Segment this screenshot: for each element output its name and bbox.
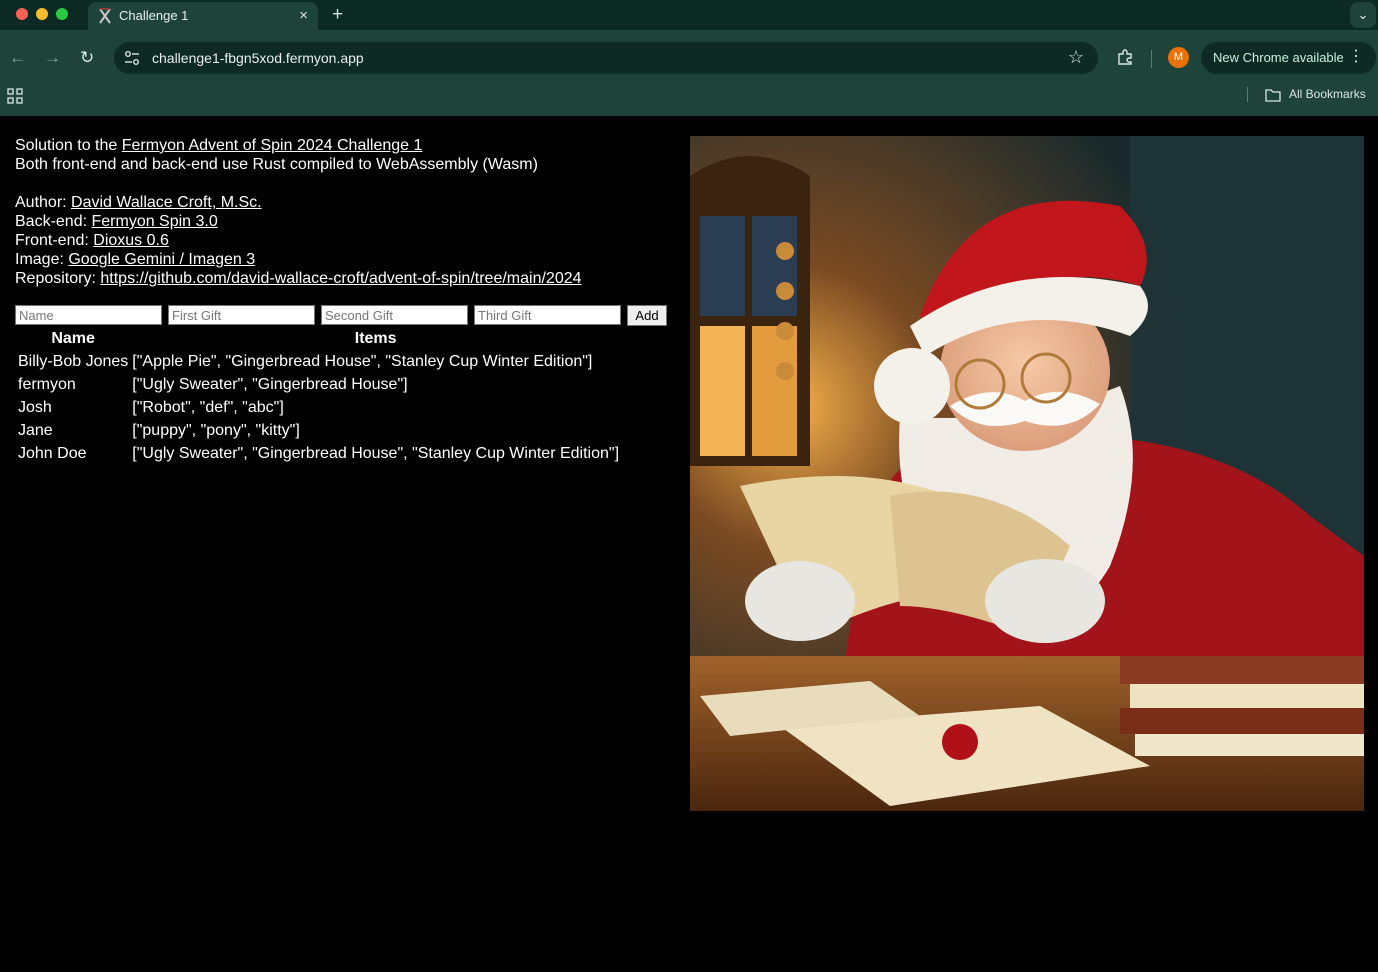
table-header-row: Name Items (17, 328, 620, 350)
update-label: New Chrome available (1213, 50, 1344, 65)
intro-prefix: Solution to the (15, 137, 122, 154)
third-gift-input[interactable] (474, 305, 621, 325)
row-items: ["Ugly Sweater", "Gingerbread House", "S… (132, 444, 620, 462)
name-column-header: Name (51, 330, 95, 347)
minimize-window-button[interactable] (36, 8, 48, 20)
apps-grid-icon[interactable] (7, 88, 23, 104)
repo-link[interactable]: https://github.com/david-wallace-croft/a… (100, 270, 581, 287)
intro-line-2: Both front-end and back-end use Rust com… (15, 156, 538, 173)
close-window-button[interactable] (16, 8, 28, 20)
frontend-line: Front-end: Dioxus 0.6 (15, 231, 675, 250)
backend-link[interactable]: Fermyon Spin 3.0 (91, 213, 217, 230)
row-name: Josh (18, 398, 52, 416)
close-tab-icon[interactable]: × (299, 7, 308, 24)
row-items: ["Ugly Sweater", "Gingerbread House"] (132, 375, 408, 393)
zoom-window-button[interactable] (56, 8, 68, 20)
row-name: John Doe (18, 444, 87, 462)
tab-challenge-1[interactable]: Challenge 1 × (88, 2, 318, 30)
backend-label: Back-end: (15, 213, 92, 230)
tune-icon[interactable] (123, 49, 141, 67)
row-name: fermyon (18, 375, 76, 393)
table-row: John Doe ["Ugly Sweater", "Gingerbread H… (17, 442, 620, 465)
first-gift-input[interactable] (168, 305, 315, 325)
bookmark-star-icon[interactable]: ☆ (1068, 47, 1084, 68)
table-row: fermyon ["Ugly Sweater", "Gingerbread Ho… (17, 373, 620, 396)
row-items: ["Robot", "def", "abc"] (132, 398, 284, 416)
page-content: Solution to the Fermyon Advent of Spin 2… (0, 116, 1378, 972)
author-label: Author: (15, 194, 72, 211)
intro-section: Solution to the Fermyon Advent of Spin 2… (15, 136, 675, 288)
puzzle-icon[interactable] (1116, 48, 1134, 66)
name-input[interactable] (15, 305, 162, 325)
frontend-label: Front-end: (15, 232, 94, 249)
spin-favicon-icon (99, 8, 111, 24)
tab-title: Challenge 1 (119, 8, 189, 23)
author-line: Author: David Wallace Croft, M.Sc. (15, 193, 675, 212)
wishlist-table: Name Items Billy-Bob Jones ["Apple Pie",… (15, 328, 622, 465)
image-label: Image: (15, 251, 69, 268)
author-link[interactable]: David Wallace Croft, M.Sc. (71, 194, 262, 211)
forward-button[interactable]: → (44, 48, 61, 68)
santa-image (690, 136, 1364, 811)
address-bar[interactable]: challenge1-fbgn5xod.fermyon.app ☆ (114, 42, 1098, 74)
add-button[interactable]: Add (627, 305, 667, 326)
items-column-header: Items (354, 330, 397, 347)
tab-strip: Challenge 1 × + ⌄ (0, 0, 1378, 30)
url-text[interactable]: challenge1-fbgn5xod.fermyon.app (152, 50, 364, 66)
profile-avatar[interactable]: M (1168, 47, 1189, 68)
chrome-update-button[interactable]: New Chrome available ⋮ (1201, 42, 1376, 74)
backend-line: Back-end: Fermyon Spin 3.0 (15, 212, 675, 231)
second-gift-input[interactable] (321, 305, 468, 325)
bookmarks-divider (1247, 87, 1248, 102)
row-items: ["Apple Pie", "Gingerbread House", "Stan… (132, 352, 593, 370)
frontend-link[interactable]: Dioxus 0.6 (93, 232, 169, 249)
table-row: Josh ["Robot", "def", "abc"] (17, 396, 620, 419)
wish-form: Add (15, 305, 675, 327)
row-name: Billy-Bob Jones (18, 352, 129, 370)
tab-search-button[interactable]: ⌄ (1350, 2, 1376, 28)
repo-label: Repository: (15, 270, 101, 287)
reload-button[interactable]: ↻ (80, 48, 94, 68)
toolbar-divider (1151, 50, 1152, 68)
bookmarks-bar: All Bookmarks (0, 86, 1378, 116)
back-button[interactable]: ← (9, 48, 26, 68)
chrome-menu-icon[interactable]: ⋮ (1348, 47, 1364, 67)
folder-icon[interactable] (1265, 88, 1281, 102)
table-row: Billy-Bob Jones ["Apple Pie", "Gingerbre… (17, 350, 620, 373)
row-name: Jane (18, 421, 53, 439)
image-link[interactable]: Google Gemini / Imagen 3 (68, 251, 255, 268)
image-line: Image: Google Gemini / Imagen 3 (15, 250, 675, 269)
browser-toolbar: ← → ↻ challenge1-fbgn5xod.fermyon.app ☆ … (0, 30, 1378, 86)
all-bookmarks-link[interactable]: All Bookmarks (1289, 87, 1366, 101)
intro-line-1: Solution to the Fermyon Advent of Spin 2… (15, 136, 675, 155)
challenge-link[interactable]: Fermyon Advent of Spin 2024 Challenge 1 (122, 137, 423, 154)
new-tab-button[interactable]: + (332, 4, 343, 26)
repo-line: Repository: https://github.com/david-wal… (15, 269, 675, 288)
row-items: ["puppy", "pony", "kitty"] (132, 421, 300, 439)
table-row: Jane ["puppy", "pony", "kitty"] (17, 419, 620, 442)
